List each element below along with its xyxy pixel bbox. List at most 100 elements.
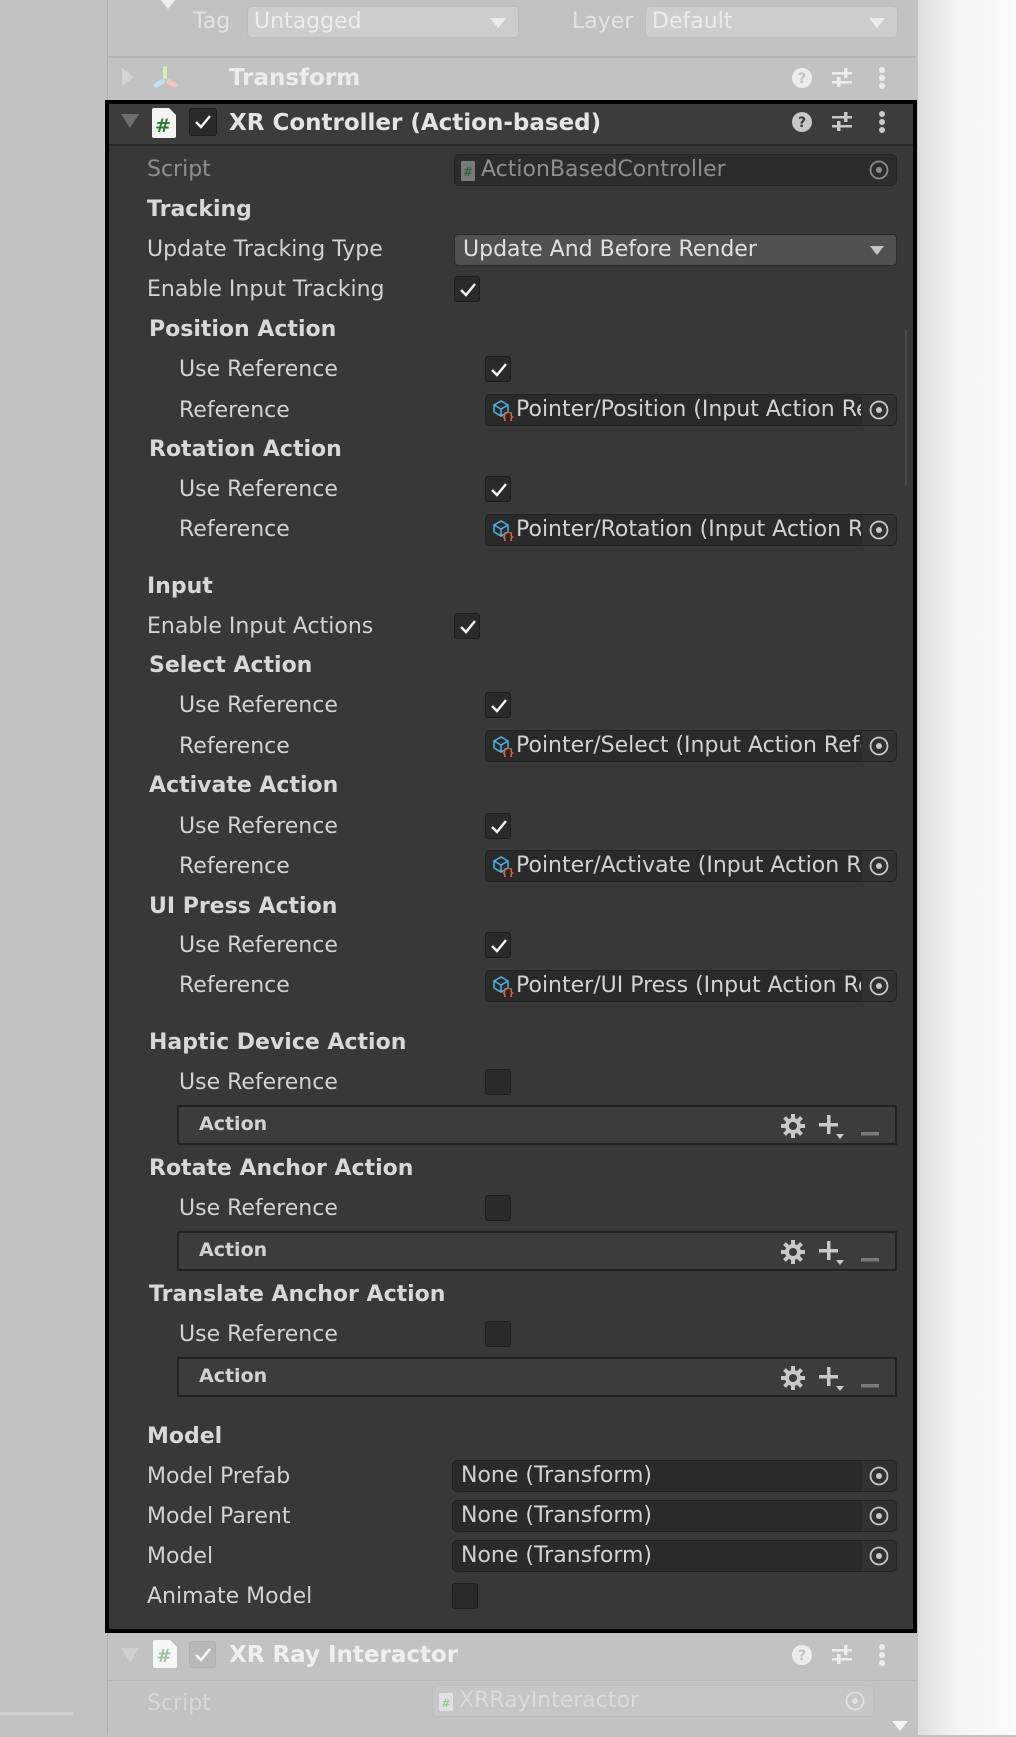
transform-title[interactable]: Transform [229, 65, 360, 91]
use-reference-checkbox[interactable] [485, 476, 511, 502]
reference-value: Pointer/Select (Input Action Reference) [516, 733, 861, 758]
reference-label: Reference [179, 734, 290, 759]
object-picker-icon[interactable] [862, 851, 896, 881]
kebab-menu-icon[interactable] [878, 1644, 886, 1670]
model-value: None (Transform) [461, 1543, 652, 1568]
component-enabled-checkbox[interactable] [189, 1641, 216, 1668]
action-section-header: Position Action [149, 317, 337, 342]
enable-input-tracking-checkbox[interactable] [454, 276, 480, 302]
foldout-expanded-icon[interactable] [121, 1647, 139, 1666]
presets-icon[interactable] [832, 1644, 854, 1670]
scrollbar-thumb[interactable] [0, 1712, 73, 1715]
reference-field[interactable]: {} Pointer/Rotation (Input Action Refere… [485, 514, 897, 546]
kebab-menu-icon[interactable] [878, 67, 886, 93]
minus-icon[interactable] [861, 1374, 879, 1393]
divider [108, 1680, 916, 1681]
reference-value: Pointer/Rotation (Input Action Reference… [516, 517, 861, 542]
help-icon[interactable]: ? [792, 68, 812, 92]
plus-icon[interactable] [819, 1114, 845, 1144]
object-picker-icon[interactable] [862, 1541, 896, 1571]
use-reference-checkbox[interactable] [485, 932, 511, 958]
plus-icon[interactable] [819, 1240, 845, 1270]
model-prefab-field[interactable]: None (Transform) [452, 1460, 897, 1492]
input-action-asset-icon: {} [492, 399, 515, 425]
use-reference-label: Use Reference [179, 693, 338, 718]
script-field[interactable]: # ActionBasedController [454, 154, 897, 186]
use-reference-checkbox[interactable] [485, 1195, 511, 1221]
window-shadow [917, 0, 1016, 1735]
gear-icon[interactable] [781, 1240, 805, 1268]
use-reference-checkbox[interactable] [485, 813, 511, 839]
object-picker-icon[interactable] [862, 515, 896, 545]
use-reference-label: Use Reference [179, 357, 338, 382]
action-section-header: UI Press Action [149, 894, 338, 919]
svg-text:{}: {} [501, 410, 514, 421]
presets-icon[interactable] [832, 67, 854, 93]
model-field[interactable]: None (Transform) [452, 1540, 897, 1572]
minus-icon[interactable] [861, 1248, 879, 1267]
model-prefab-label: Model Prefab [147, 1464, 291, 1489]
layer-dropdown[interactable]: Default [645, 6, 898, 38]
kebab-menu-icon[interactable] [878, 111, 886, 137]
object-picker-icon[interactable] [862, 1461, 896, 1491]
next-script-field[interactable]: # XRRayInteractor [432, 1685, 874, 1717]
object-picker-icon[interactable] [862, 1501, 896, 1531]
scrollbar[interactable] [905, 330, 907, 485]
foldout-expanded-icon[interactable] [121, 113, 139, 132]
update-tracking-type-dropdown[interactable]: Update And Before Render [454, 234, 897, 266]
object-picker-icon[interactable] [845, 1691, 865, 1715]
object-picker-icon[interactable] [862, 395, 896, 425]
reference-label: Reference [179, 517, 290, 542]
component-enabled-checkbox[interactable] [189, 108, 217, 136]
foldout-collapsed-icon[interactable] [122, 68, 136, 90]
enable-input-actions-checkbox[interactable] [454, 613, 480, 639]
presets-icon[interactable] [832, 111, 854, 137]
layer-label: Layer [572, 9, 634, 34]
use-reference-checkbox[interactable] [485, 1069, 511, 1095]
model-parent-field[interactable]: None (Transform) [452, 1500, 897, 1532]
use-reference-checkbox[interactable] [485, 1321, 511, 1347]
svg-text:?: ? [798, 71, 806, 87]
action-label: Action [199, 1113, 268, 1135]
action-list: Action [177, 1231, 897, 1271]
reference-label: Reference [179, 854, 290, 879]
next-script-label: Script [147, 1691, 211, 1716]
divider [108, 56, 916, 58]
svg-text:#: # [463, 165, 473, 179]
model-header: Model [147, 1424, 223, 1449]
object-picker-icon[interactable] [862, 971, 896, 1001]
use-reference-label: Use Reference [179, 814, 338, 839]
tag-dropdown[interactable]: Untagged [247, 6, 519, 38]
svg-text:#: # [156, 1646, 171, 1667]
model-prefab-value: None (Transform) [461, 1463, 652, 1488]
input-action-asset-icon: {} [492, 855, 515, 881]
plus-icon[interactable] [819, 1366, 845, 1396]
tracking-header: Tracking [147, 197, 252, 222]
object-picker-icon[interactable] [862, 155, 896, 185]
object-picker-icon[interactable] [862, 731, 896, 761]
reference-field[interactable]: {} Pointer/UI Press (Input Action Refere… [485, 970, 897, 1002]
reference-field[interactable]: {} Pointer/Position (Input Action Refere… [485, 394, 897, 426]
gear-icon[interactable] [781, 1114, 805, 1142]
svg-text:{}: {} [501, 530, 514, 541]
scroll-down-icon[interactable] [892, 1718, 908, 1737]
help-icon[interactable]: ? [792, 112, 812, 136]
use-reference-checkbox[interactable] [485, 356, 511, 382]
next-script-value: XRRayInteractor [459, 1688, 640, 1713]
update-tracking-type-value: Update And Before Render [463, 237, 757, 262]
svg-text:?: ? [798, 115, 806, 131]
help-icon[interactable]: ? [792, 1645, 812, 1669]
svg-text:{}: {} [501, 866, 514, 877]
use-reference-checkbox[interactable] [485, 692, 511, 718]
reference-field[interactable]: {} Pointer/Select (Input Action Referenc… [485, 730, 897, 762]
model-label: Model [147, 1544, 214, 1569]
reference-field[interactable]: {} Pointer/Activate (Input Action Refere… [485, 850, 897, 882]
script-icon: # [461, 161, 475, 185]
action-label: Action [199, 1365, 268, 1387]
next-component-title[interactable]: XR Ray Interactor [229, 1642, 458, 1668]
gear-icon[interactable] [781, 1366, 805, 1394]
animate-model-checkbox[interactable] [452, 1583, 478, 1609]
update-tracking-type-label: Update Tracking Type [147, 237, 383, 262]
minus-icon[interactable] [861, 1122, 879, 1141]
component-title: XR Controller (Action-based) [229, 110, 602, 136]
